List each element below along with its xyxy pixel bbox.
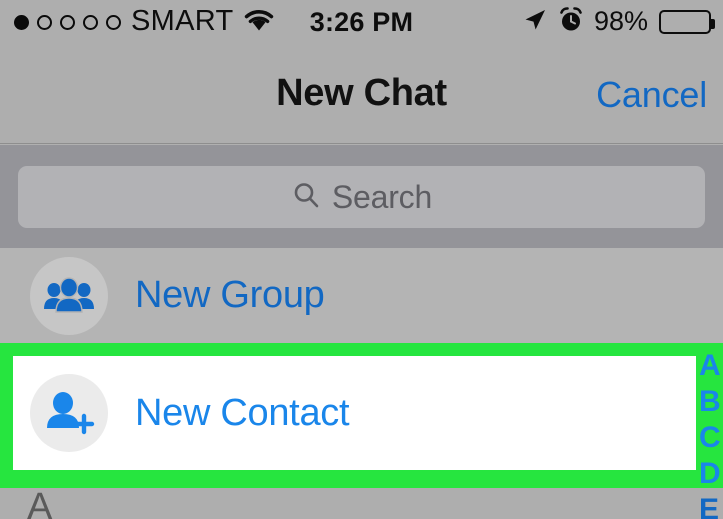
- alarm-clock-icon: [559, 6, 583, 38]
- phone-screenshot: SMART 3:26 PM 98% New Chat Cancel Search…: [0, 0, 723, 519]
- search-input[interactable]: Search: [18, 166, 705, 228]
- person-add-icon: [30, 374, 108, 452]
- search-area: Search: [0, 145, 723, 248]
- alphabet-index-letter-b[interactable]: B: [699, 384, 721, 420]
- alphabet-index-letter-e[interactable]: E: [699, 492, 719, 519]
- location-arrow-icon: [522, 7, 548, 38]
- section-header-label: A: [27, 486, 53, 519]
- battery-icon: [659, 10, 715, 34]
- search-placeholder: Search: [331, 178, 433, 215]
- highlight-box-new-contact: New Contact: [0, 343, 723, 488]
- battery-percentage: 98%: [593, 5, 648, 36]
- alphabet-index-letter-c[interactable]: C: [699, 420, 721, 456]
- search-icon: [291, 180, 321, 215]
- cancel-button[interactable]: Cancel: [596, 74, 707, 116]
- status-bar: SMART 3:26 PM 98%: [0, 0, 723, 44]
- status-bar-right: 98%: [522, 5, 715, 38]
- list-item-new-contact-label: New Contact: [135, 391, 350, 434]
- list-item-new-group[interactable]: New Group: [0, 248, 723, 343]
- alphabet-index-letter-a[interactable]: A: [699, 348, 721, 384]
- group-people-icon: [30, 256, 108, 335]
- section-header-a: A: [0, 488, 723, 519]
- list-item-new-group-label: New Group: [135, 274, 325, 316]
- alphabet-index[interactable]: A B C D E F: [699, 348, 723, 519]
- navigation-bar: New Chat Cancel: [0, 44, 723, 144]
- alphabet-index-letter-d[interactable]: D: [699, 456, 721, 492]
- list-item-new-contact[interactable]: New Contact: [13, 356, 696, 470]
